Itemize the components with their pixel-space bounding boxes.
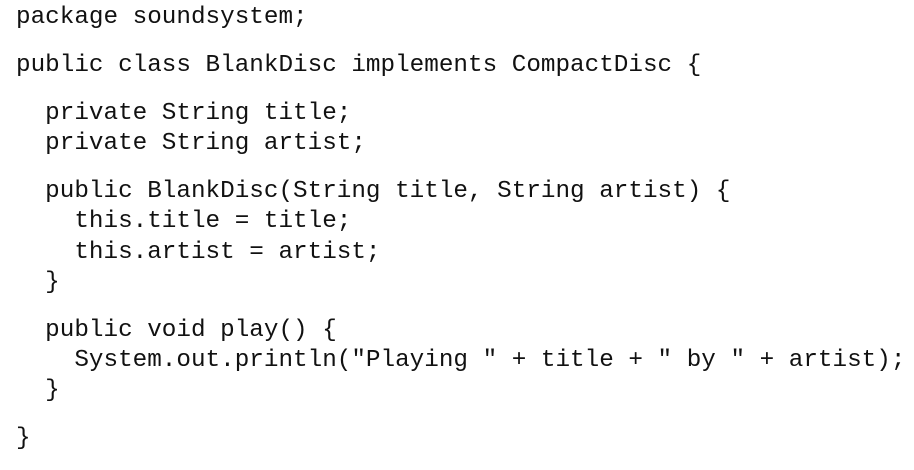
code-line-class-end: } [16,425,31,452]
code-listing: package soundsystem; public class BlankD… [16,0,906,470]
code-line-println: System.out.println("Playing " + title + … [16,347,906,374]
code-line-class-decl: public class BlankDisc implements Compac… [16,52,702,79]
code-line-assign-title: this.title = title; [16,208,352,235]
code-line-play-end: } [16,377,60,404]
code-line-assign-artist: this.artist = artist; [16,239,381,266]
code-line-constructor: public BlankDisc(String title, String ar… [16,178,731,205]
code-line-constructor-end: } [16,269,60,296]
code-line-package: package soundsystem; [16,4,308,31]
code-line-field-artist: private String artist; [16,130,366,157]
code-line-play-method: public void play() { [16,317,337,344]
code-line-field-title: private String title; [16,100,352,127]
